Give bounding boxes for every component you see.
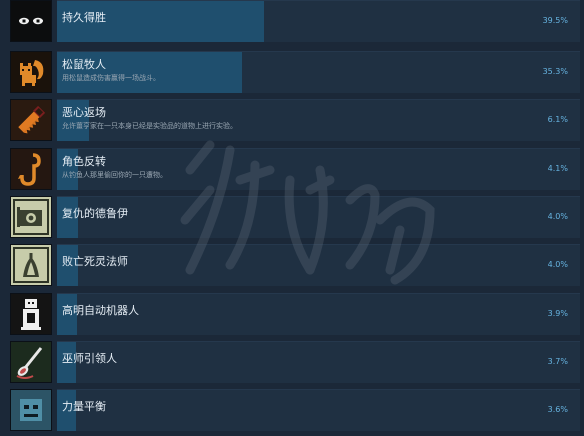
achievement-percent: 4.1% [547,164,568,173]
achievement-percent: 6.1% [547,115,568,124]
achievement-title: 松鼠牧人 [62,58,106,71]
achievement-row[interactable]: 败亡死灵法师 4.0% [0,241,584,289]
achievement-list: 持久得胜 39.5% 松鼠牧人 用松鼠造成伤害赢得一场战斗。 35.3% 恶心返… [0,0,584,436]
achievement-percent: 3.6% [547,405,568,414]
wizard-spoon-icon [10,341,52,383]
achievement-percent: 35.3% [542,67,568,76]
achievement-row[interactable]: 巫师引领人 3.7% [0,338,584,386]
achievement-row[interactable]: 高明自动机器人 3.9% [0,290,584,338]
saw-icon [10,99,52,141]
progress-track [57,196,580,238]
achievement-description: 从钓鱼人那里偷回你的一只遭物。 [62,171,167,179]
achievement-row[interactable]: 松鼠牧人 用松鼠造成伤害赢得一场战斗。 35.3% [0,48,584,96]
achievement-title: 巫师引领人 [62,352,117,365]
achievement-percent: 3.9% [547,309,568,318]
achievement-row[interactable]: 角色反转 从钓鱼人那里偷回你的一只遭物。 4.1% [0,145,584,193]
achievement-title: 持久得胜 [62,11,106,24]
balance-face-icon [10,389,52,431]
achievement-row[interactable]: 恶心返场 允许薑亨家在一只本身已经是实验品的道物上进行实验。 6.1% [0,96,584,144]
fishhook-icon [10,148,52,190]
achievement-title: 败亡死灵法师 [62,255,128,268]
progress-track [57,244,580,286]
achievement-percent: 4.0% [547,212,568,221]
achievement-percent: 39.5% [542,16,568,25]
progress-track [57,389,580,431]
achievement-title: 角色反转 [62,155,106,168]
achievement-percent: 4.0% [547,260,568,269]
achievement-percent: 3.7% [547,357,568,366]
progress-track [57,51,580,93]
achievement-title: 力量平衡 [62,400,106,413]
progress-track [57,341,580,383]
squirrel-icon [10,51,52,93]
achievement-description: 用松鼠造成伤害赢得一场战斗。 [62,74,160,82]
achievement-description: 允许薑亨家在一只本身已经是实验品的道物上进行实验。 [62,122,237,130]
achievement-title: 恶心返场 [62,106,106,119]
eyes-icon [10,0,52,42]
progress-track [57,0,580,42]
necromancer-card-icon [10,244,52,286]
achievement-title: 高明自动机器人 [62,304,139,317]
achievement-row[interactable]: 持久得胜 39.5% [0,0,584,45]
achievement-row[interactable]: 复仇的德鲁伊 4.0% [0,193,584,241]
druid-card-icon [10,196,52,238]
progress-track [57,148,580,190]
achievement-title: 复仇的德鲁伊 [62,207,128,220]
achievement-row[interactable]: 力量平衡 3.6% [0,386,584,434]
progress-track [57,99,580,141]
robot-icon [10,293,52,335]
